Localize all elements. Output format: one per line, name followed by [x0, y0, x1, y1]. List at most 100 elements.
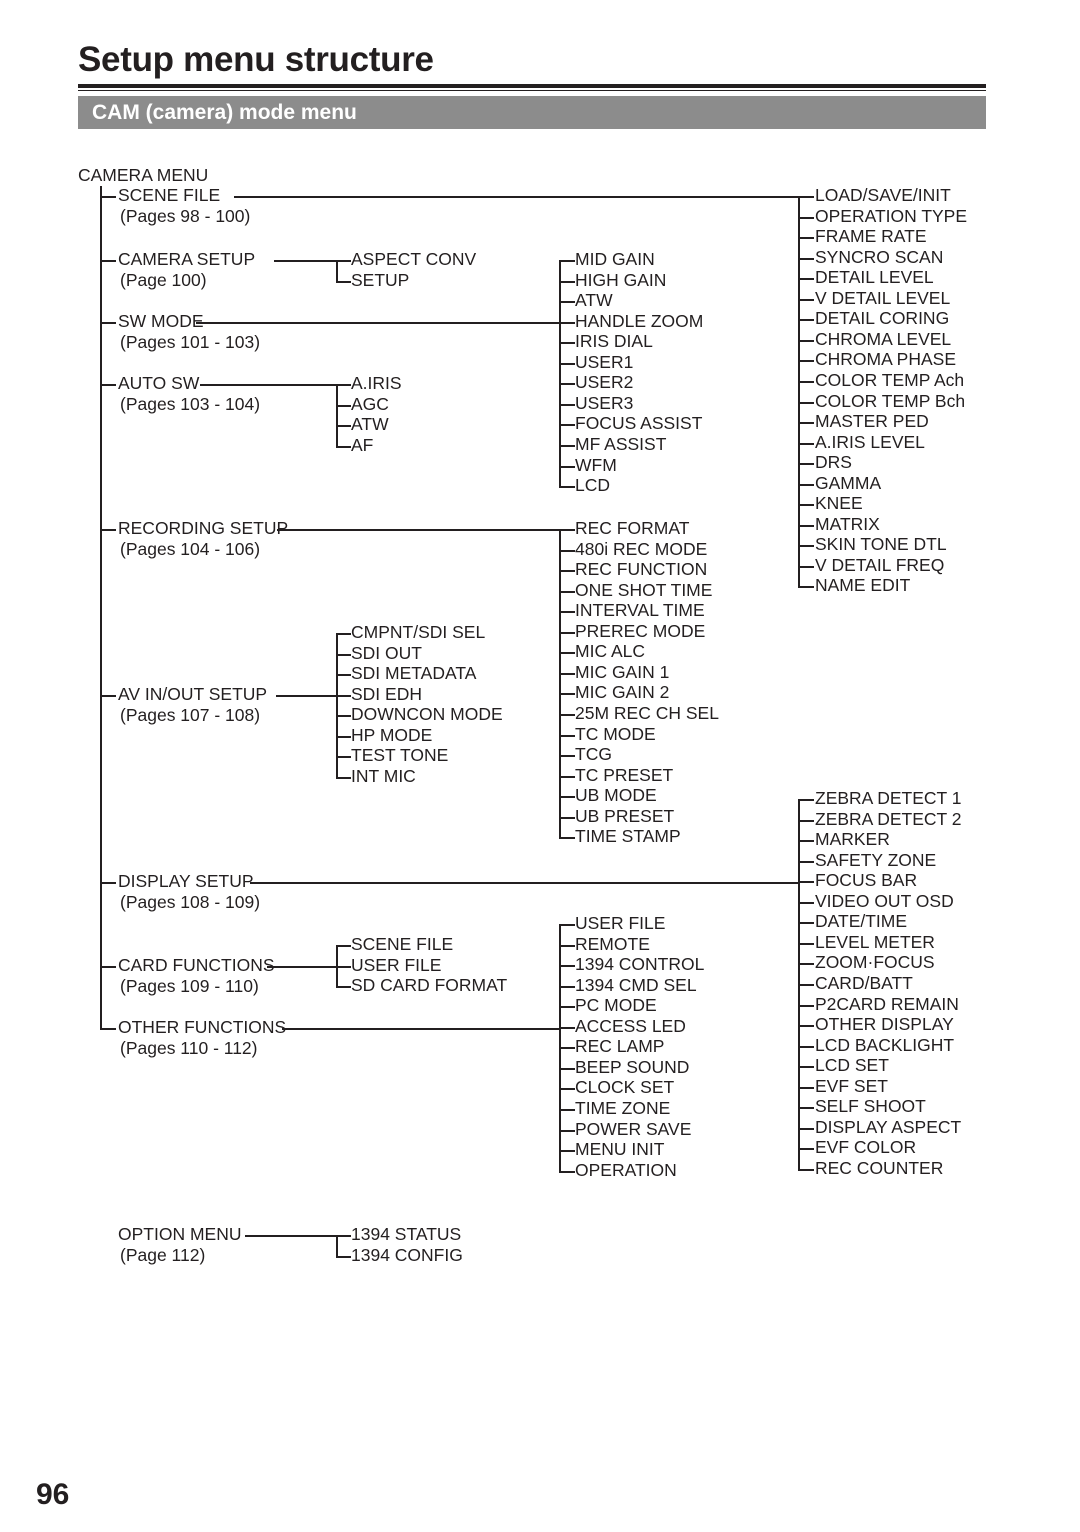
sw-mode-child-item: LCD — [575, 475, 611, 496]
scene-file-child-item: DRS — [815, 452, 852, 473]
option-menu-link — [245, 1235, 336, 1237]
level1-tick — [100, 966, 116, 968]
auto-sw-child-spine — [336, 384, 338, 448]
level1-page-reference: (Pages 107 - 108) — [120, 705, 261, 725]
recording-setup-child-tick — [559, 816, 575, 819]
scene-file-child-tick — [798, 401, 814, 404]
recording-setup-child-tick — [559, 693, 575, 696]
level1-tick — [100, 384, 116, 386]
option-menu-child-item: 1394 CONFIG — [351, 1244, 463, 1265]
display-setup-child-item: LCD SET — [815, 1055, 889, 1076]
sw-mode-child-item: MF ASSIST — [575, 433, 667, 454]
other-functions-child-tick — [559, 1088, 575, 1091]
recording-setup-child-tick — [559, 755, 575, 758]
level1-tick — [100, 322, 116, 324]
scene-file-child-tick — [798, 339, 814, 342]
scene-file-child-tick — [798, 380, 814, 383]
option-menu-page-reference: (Page 112) — [120, 1245, 206, 1265]
recording-setup-child-item: MIC GAIN 2 — [575, 682, 670, 703]
scene-file-child-tick — [798, 463, 814, 466]
auto-sw-child-item: AGC — [351, 393, 389, 414]
display-setup-child-tick — [798, 942, 814, 945]
other-functions-child-item: ACCESS LED — [575, 1015, 686, 1036]
display-setup-child-tick — [798, 860, 814, 863]
scene-file-child-item: MASTER PED — [815, 411, 929, 432]
av-inout-child-tick — [336, 776, 351, 779]
scene-file-child-item: CHROMA LEVEL — [815, 328, 952, 349]
display-setup-child-tick — [798, 1127, 814, 1130]
sw-mode-child-spine — [559, 260, 561, 489]
tree-root-label: CAMERA MENU — [78, 165, 209, 185]
display-setup-child-item: EVF SET — [815, 1075, 888, 1096]
camera-menu-spine — [100, 186, 102, 1030]
other-functions-child-tick — [559, 1067, 575, 1070]
sw-mode-child-tick — [559, 260, 575, 262]
recording-setup-child-item: PREREC MODE — [575, 620, 706, 641]
recording-setup-child-tick — [559, 837, 575, 840]
sw-mode-child-item: HANDLE ZOOM — [575, 310, 704, 331]
av-inout-child-item: SDI OUT — [351, 642, 422, 663]
scene-file-child-item: SYNCRO SCAN — [815, 246, 944, 267]
scene-file-child-item: FRAME RATE — [815, 226, 927, 247]
av-inout-child-item: HP MODE — [351, 724, 433, 745]
scene-file-child-tick — [798, 319, 814, 322]
sw-mode-child-tick — [559, 403, 575, 406]
recording-setup-child-tick — [559, 611, 575, 614]
auto-sw-link — [200, 384, 336, 386]
display-setup-child-item: MARKER — [815, 829, 890, 850]
card-functions-child-item: SD CARD FORMAT — [351, 975, 508, 996]
level1-tick — [100, 529, 116, 531]
camera-setup-child-tick — [336, 280, 351, 283]
card-functions-child-tick — [336, 986, 351, 989]
auto-sw-child-item: AF — [351, 434, 374, 455]
other-functions-child-item: CLOCK SET — [575, 1077, 675, 1098]
display-setup-child-item: LEVEL METER — [815, 931, 935, 952]
display-setup-child-item: ZEBRA DETECT 2 — [815, 808, 962, 829]
level1-label: SW MODE — [118, 311, 204, 331]
level1-label: DISPLAY SETUP — [118, 871, 254, 891]
recording-setup-child-tick — [559, 590, 575, 593]
av-inout-child-item: CMPNT/SDI SEL — [351, 622, 486, 642]
level1-page-reference: (Pages 103 - 104) — [120, 394, 261, 414]
av-inout-child-item: SDI EDH — [351, 683, 422, 704]
scene-file-child-item: DETAIL LEVEL — [815, 267, 934, 288]
display-setup-child-item: ZOOM·FOCUS — [815, 952, 935, 973]
level1-label: OTHER FUNCTIONS — [118, 1017, 287, 1037]
other-functions-link — [282, 1028, 559, 1030]
auto-sw-child-tick — [336, 384, 351, 386]
level1-page-reference: (Page 100) — [120, 270, 207, 290]
level1-page-reference: (Pages 108 - 109) — [120, 892, 261, 912]
other-functions-child-tick — [559, 1129, 575, 1132]
sw-mode-child-tick — [559, 383, 575, 386]
other-functions-child-item: 1394 CMD SEL — [575, 974, 697, 995]
scene-file-child-item: V DETAIL FREQ — [815, 554, 945, 575]
other-functions-child-item: TIME ZONE — [575, 1097, 671, 1118]
page-title: Setup menu structure — [78, 40, 434, 79]
scene-file-child-tick — [798, 360, 814, 363]
recording-setup-child-item: TC MODE — [575, 723, 656, 744]
camera-setup-child-item: SETUP — [351, 269, 410, 290]
display-setup-child-tick — [798, 799, 814, 801]
display-setup-child-tick — [798, 881, 814, 884]
scene-file-child-tick — [798, 278, 814, 281]
av-inout-child-tick — [336, 633, 351, 635]
recording-setup-child-item: 25M REC CH SEL — [575, 702, 719, 723]
option-menu-child-tick — [336, 1235, 351, 1237]
recording-setup-child-tick — [559, 652, 575, 655]
other-functions-child-tick — [559, 985, 575, 988]
sw-mode-link — [196, 322, 559, 324]
av-inout-child-item: SDI METADATA — [351, 663, 477, 684]
recording-setup-child-tick — [559, 734, 575, 737]
scene-file-child-item: A.IRIS LEVEL — [815, 431, 925, 452]
scene-file-child-item: MATRIX — [815, 513, 880, 534]
sw-mode-child-item: USER3 — [575, 392, 634, 413]
sw-mode-child-item: FOCUS ASSIST — [575, 413, 703, 434]
display-setup-child-item: FOCUS BAR — [815, 870, 918, 891]
auto-sw-child-tick — [336, 404, 351, 407]
level1-label: CARD FUNCTIONS — [118, 955, 275, 975]
option-menu-child-spine — [336, 1235, 338, 1258]
level1-tick — [100, 882, 116, 884]
recording-setup-child-tick — [559, 775, 575, 778]
option-menu-label: OPTION MENU — [118, 1224, 242, 1244]
other-functions-child-tick — [559, 924, 575, 926]
